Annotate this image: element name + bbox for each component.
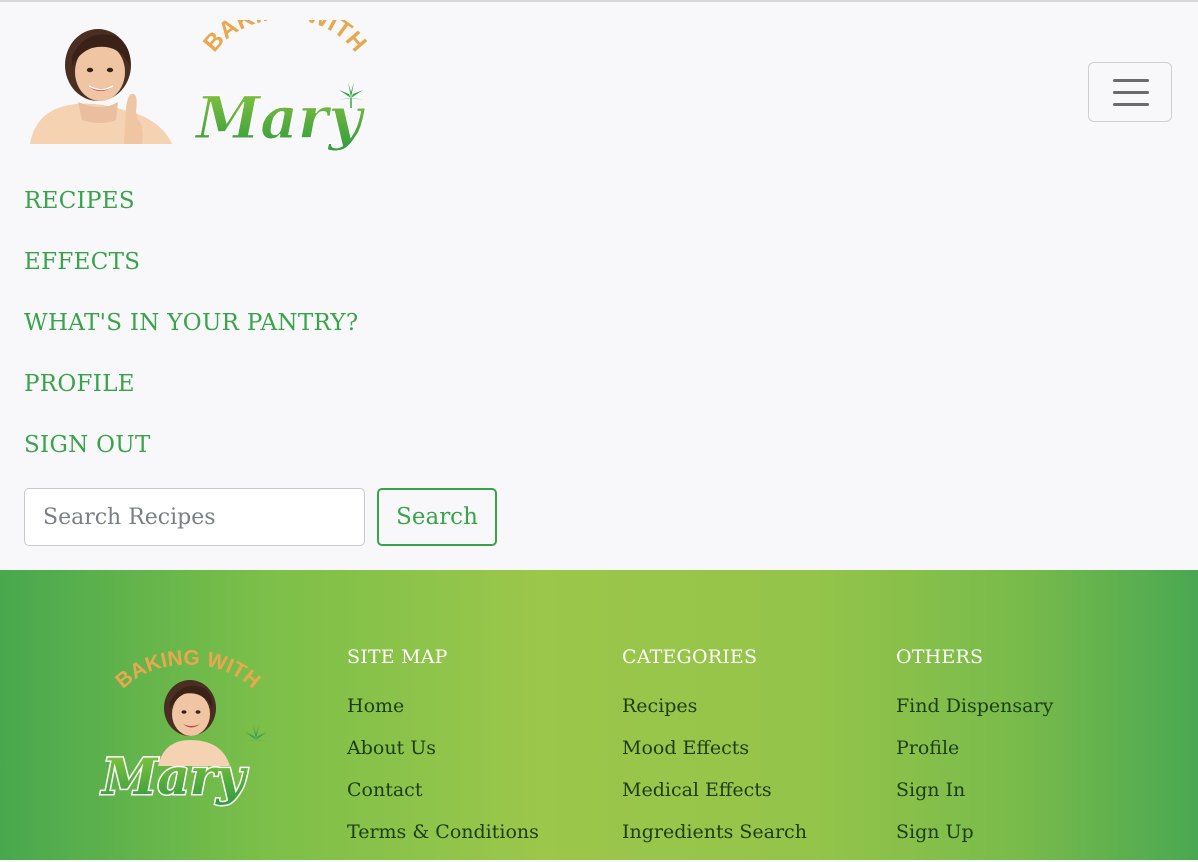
nav-item-effects[interactable]: EFFECTS: [24, 249, 140, 275]
footer-link-home[interactable]: Home: [347, 694, 539, 719]
footer-heading: CATEGORIES: [622, 646, 758, 668]
footer-heading: SITE MAP: [347, 646, 448, 668]
footer-logo-text-mary: Mary: [100, 747, 248, 806]
footer-link-find-dispensary[interactable]: Find Dispensary: [896, 694, 1053, 719]
mary-portrait-illustration: [30, 29, 172, 144]
menu-toggle-button[interactable]: [1088, 62, 1172, 122]
footer-column-categories: CATEGORIES Recipes Mood Effects Medical …: [622, 646, 807, 862]
svg-text:BAKING WITH: BAKING WITH: [198, 20, 371, 57]
footer-link-medical-effects[interactable]: Medical Effects: [622, 778, 807, 803]
footer-link-recipes[interactable]: Recipes: [622, 694, 807, 719]
search-button[interactable]: Search: [377, 488, 497, 546]
hamburger-icon: [1113, 79, 1149, 82]
leaf-icon: [244, 725, 268, 742]
site-footer: BAKING WITH Mary SITE MAP Home About Us …: [0, 570, 1198, 860]
nav-item-pantry[interactable]: WHAT'S IN YOUR PANTRY?: [24, 310, 359, 336]
footer-column-others: OTHERS Find Dispensary Profile Sign In S…: [896, 646, 1053, 862]
footer-link-about-us[interactable]: About Us: [347, 736, 539, 761]
baking-with-mary-logo[interactable]: BAKING WITH Mary: [26, 20, 371, 165]
footer-link-terms[interactable]: Terms & Conditions: [347, 820, 539, 845]
footer-link-sign-in[interactable]: Sign In: [896, 778, 1053, 803]
footer-link-sign-up[interactable]: Sign Up: [896, 820, 1053, 845]
footer-heading: OTHERS: [896, 646, 984, 668]
hamburger-icon-bar: [1113, 103, 1149, 106]
hamburger-icon-bar: [1113, 91, 1149, 94]
search-input[interactable]: [24, 488, 365, 546]
nav-item-profile[interactable]: PROFILE: [24, 371, 135, 397]
nav-item-sign-out[interactable]: SIGN OUT: [24, 432, 151, 458]
footer-link-mood-effects[interactable]: Mood Effects: [622, 736, 807, 761]
footer-link-profile[interactable]: Profile: [896, 736, 1053, 761]
logo-text-mary: Mary: [194, 84, 366, 152]
footer-link-contact[interactable]: Contact: [347, 778, 539, 803]
footer-link-ingredients-search[interactable]: Ingredients Search: [622, 820, 807, 845]
nav-item-recipes[interactable]: RECIPES: [24, 188, 135, 214]
footer-logo[interactable]: BAKING WITH Mary: [98, 648, 278, 818]
logo-text-baking-with: BAKING WITH: [198, 20, 371, 57]
site-header: BAKING WITH Mary RECIPES EFFECTS WHAT'S …: [0, 2, 1198, 570]
footer-column-site-map: SITE MAP Home About Us Contact Terms & C…: [347, 646, 539, 862]
